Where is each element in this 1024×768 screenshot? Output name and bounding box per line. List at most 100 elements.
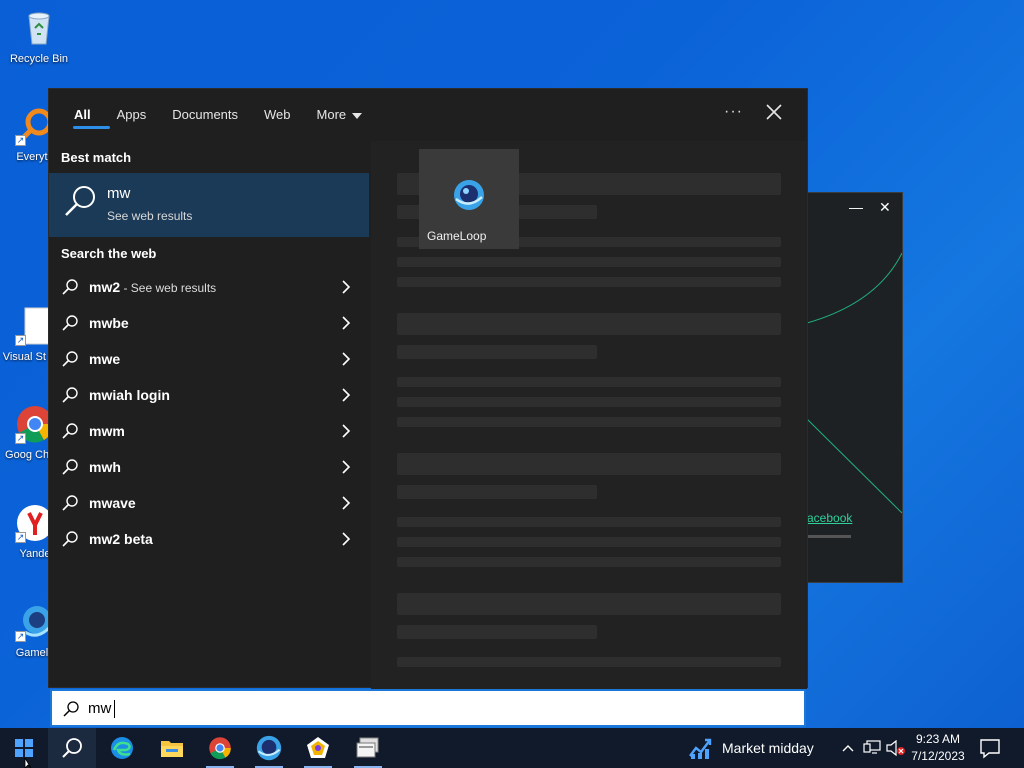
edge-icon	[111, 737, 133, 759]
results-list: Best match mw See web results Search the…	[49, 141, 371, 689]
chevron-right-icon	[342, 352, 351, 366]
search-web-heading: Search the web	[61, 246, 157, 261]
network-button[interactable]	[862, 738, 882, 758]
recycle-bin-icon	[19, 8, 59, 48]
loading-placeholder	[397, 377, 781, 387]
network-icon	[863, 740, 881, 754]
notification-icon	[980, 739, 1000, 759]
preview-pane: GameLoop	[371, 141, 807, 689]
best-match-heading: Best match	[61, 150, 132, 165]
app-tile-gameloop[interactable]: GameLoop	[419, 149, 519, 249]
system-tray	[838, 728, 910, 768]
desktop-icon-label: Recycle Bin	[9, 53, 69, 65]
clock-date: 7/12/2023	[911, 749, 965, 763]
search-icon	[62, 351, 78, 367]
chevron-right-icon	[342, 460, 351, 474]
window-close-button[interactable]: ✕	[879, 199, 891, 216]
best-match-subtitle: See web results	[107, 209, 193, 223]
web-result-item[interactable]: mwh	[49, 449, 369, 485]
chevron-right-icon	[342, 532, 351, 546]
web-result-item[interactable]: mwiah login	[49, 377, 369, 413]
show-hidden-icons-button[interactable]	[838, 738, 858, 758]
close-icon	[766, 104, 782, 120]
close-button[interactable]	[763, 101, 785, 123]
shortcut-arrow-icon: ↗	[15, 433, 26, 444]
best-match-title: mw	[107, 185, 131, 202]
windows-logo-icon	[15, 739, 33, 757]
web-result-query: mwave	[89, 495, 136, 511]
volume-button[interactable]	[886, 738, 906, 758]
loading-placeholder	[397, 517, 781, 527]
chrome-icon	[209, 737, 231, 760]
gameloop-icon	[256, 735, 282, 761]
web-result-query: mwh	[89, 459, 121, 475]
search-icon	[62, 738, 82, 758]
tab-all[interactable]: All	[61, 89, 110, 141]
web-result-item[interactable]: mw2 - See web results	[49, 269, 369, 305]
action-center-button[interactable]	[978, 736, 1002, 760]
volume-muted-icon	[886, 740, 905, 756]
web-result-item[interactable]: mwave	[49, 485, 369, 521]
tab-more[interactable]: More	[304, 89, 376, 141]
search-icon	[62, 279, 78, 295]
web-results: mw2 - See web results mwbe mwe mwiah log…	[49, 269, 369, 557]
taskbar-app-pentagon[interactable]	[294, 728, 342, 768]
more-options-button[interactable]: ···	[724, 103, 743, 121]
taskbar: Market midday 9:23 AM 7/12/2023	[0, 728, 1024, 768]
loading-placeholder	[397, 397, 781, 407]
web-result-query: mw2	[89, 279, 121, 295]
loading-placeholder	[397, 557, 781, 567]
chevron-right-icon	[342, 316, 351, 330]
loading-placeholder	[397, 657, 781, 667]
search-icon	[62, 531, 78, 547]
loading-placeholder	[397, 313, 781, 335]
taskbar-file-explorer[interactable]	[148, 728, 196, 768]
web-result-item[interactable]: mwbe	[49, 305, 369, 341]
news-widget-text: Market midday	[722, 740, 814, 756]
best-match-item[interactable]: mw See web results	[49, 173, 369, 237]
facebook-link[interactable]: acebook	[807, 511, 852, 525]
taskbar-chrome[interactable]	[196, 728, 244, 768]
web-result-query: mwbe	[89, 315, 129, 331]
shortcut-arrow-icon: ↗	[15, 335, 26, 346]
shortcut-arrow-icon: ↗	[15, 631, 26, 642]
loading-placeholder	[397, 485, 597, 499]
loading-placeholder	[397, 277, 781, 287]
taskbar-gameloop[interactable]	[245, 728, 293, 768]
taskbar-search-button[interactable]	[48, 728, 96, 768]
minimize-button[interactable]: —	[849, 199, 863, 215]
search-icon	[62, 495, 78, 511]
search-input[interactable]	[88, 697, 788, 719]
web-result-item[interactable]: mw2 beta	[49, 521, 369, 557]
taskbar-app-window[interactable]	[344, 728, 392, 768]
news-and-interests-widget[interactable]: Market midday	[688, 728, 814, 768]
app-window-icon	[356, 737, 379, 758]
search-icon	[62, 315, 78, 331]
search-icon	[62, 387, 78, 403]
loading-placeholder	[397, 345, 597, 359]
tab-documents[interactable]: Documents	[159, 89, 251, 141]
gameloop-icon	[454, 180, 484, 210]
progress-bar	[807, 535, 851, 538]
tab-web[interactable]: Web	[251, 89, 304, 141]
chevron-up-icon	[842, 745, 854, 752]
loading-placeholder	[397, 537, 781, 547]
web-result-item[interactable]: mwe	[49, 341, 369, 377]
search-icon	[62, 423, 78, 439]
tab-label: Apps	[116, 107, 147, 122]
loading-placeholder	[397, 625, 597, 639]
loading-placeholder	[397, 453, 781, 475]
chevron-right-icon	[342, 280, 351, 294]
web-result-item[interactable]: mwm	[49, 413, 369, 449]
desktop-icon-recycle-bin[interactable]: Recycle Bin	[4, 8, 74, 66]
search-panel: All Apps Documents Web More ··· Best mat…	[48, 88, 809, 689]
search-box[interactable]	[50, 689, 806, 727]
taskbar-edge[interactable]	[98, 728, 146, 768]
app-tile-label: GameLoop	[427, 229, 487, 243]
tab-apps[interactable]: Apps	[104, 89, 160, 141]
search-tabs: All Apps Documents Web More	[49, 89, 809, 141]
clock-time: 9:23 AM	[915, 732, 961, 746]
clock[interactable]: 9:23 AM 7/12/2023	[906, 731, 970, 765]
web-result-suffix: - See web results	[120, 281, 217, 295]
stock-chart-icon	[689, 738, 712, 759]
